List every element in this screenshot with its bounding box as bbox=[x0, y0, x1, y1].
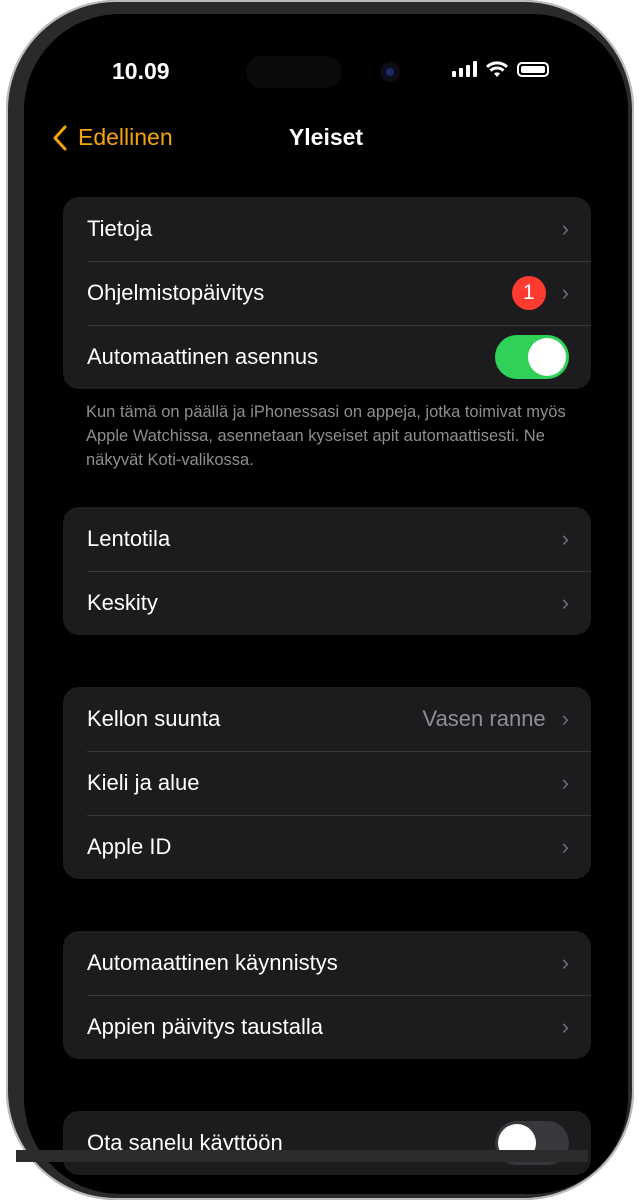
signal-icon bbox=[452, 61, 477, 77]
row-label: Ohjelmistopäivitys bbox=[87, 280, 265, 305]
row-label: Automaattinen käynnistys bbox=[87, 950, 338, 975]
row-kieli-ja-alue[interactable]: Kieli ja alue › bbox=[63, 751, 591, 815]
settings-group-general: Tietoja › Ohjelmistopäivitys 1 › Automaatti… bbox=[63, 197, 591, 389]
chevron-right-icon: › bbox=[561, 770, 569, 795]
status-icons bbox=[452, 60, 549, 78]
row-sanelu: Ota sanelu käyttöön bbox=[63, 1111, 591, 1175]
status-time: 10.09 bbox=[112, 58, 170, 84]
chevron-right-icon: › bbox=[561, 706, 569, 731]
row-label: Appien päivitys taustalla bbox=[87, 1014, 324, 1039]
battery-icon bbox=[517, 61, 549, 77]
row-label: Kieli ja alue bbox=[87, 770, 200, 795]
chevron-right-icon: › bbox=[561, 590, 569, 615]
row-ohjelmistopaivitys[interactable]: Ohjelmistopäivitys 1 › bbox=[63, 261, 591, 325]
auto-install-toggle[interactable] bbox=[495, 335, 569, 379]
row-value: Vasen ranne bbox=[422, 706, 546, 731]
chevron-right-icon: › bbox=[561, 1014, 569, 1039]
wifi-icon bbox=[486, 61, 508, 77]
row-kellon-suunta[interactable]: Kellon suunta Vasen ranne › bbox=[63, 687, 591, 751]
row-lentotila[interactable]: Lentotila › bbox=[63, 507, 591, 571]
toggle-knob bbox=[528, 338, 566, 376]
chevron-right-icon: › bbox=[561, 280, 569, 305]
row-label: Kellon suunta bbox=[87, 706, 221, 731]
nav-bar: Edellinen Yleiset bbox=[24, 124, 628, 164]
settings-group-background: Automaattinen käynnistys › Appien päivity… bbox=[63, 931, 591, 1059]
dynamic-island bbox=[246, 56, 342, 88]
row-label: Lentotila bbox=[87, 526, 171, 551]
page-title: Yleiset bbox=[288, 124, 364, 150]
row-tietoja[interactable]: Tietoja › bbox=[63, 197, 591, 261]
chevron-right-icon: › bbox=[561, 950, 569, 975]
row-label: Keskity bbox=[87, 590, 158, 615]
chevron-right-icon: › bbox=[561, 834, 569, 859]
row-automaattinen-kaynnistys[interactable]: Automaattinen käynnistys › bbox=[63, 931, 591, 995]
row-label: Tietoja bbox=[87, 216, 153, 241]
update-badge: 1 bbox=[511, 276, 546, 310]
chevron-right-icon: › bbox=[561, 526, 569, 551]
row-apple-id[interactable]: Apple ID › bbox=[63, 815, 591, 879]
settings-group-device: Kellon suunta Vasen ranne › Kieli ja alue ›… bbox=[63, 687, 591, 879]
phone-frame: 10.09 Edellinen Yleiset Tietoja › Ohjelmi… bbox=[6, 0, 634, 1200]
bottom-overlay bbox=[16, 1150, 588, 1162]
row-appien-paivitys[interactable]: Appien päivitys taustalla › bbox=[63, 995, 591, 1059]
row-automaattinen-asennus: Automaattinen asennus bbox=[63, 325, 591, 389]
row-label: Apple ID bbox=[87, 834, 172, 859]
auto-install-footnote: Kun tämä on päällä ja iPhonessasi on app… bbox=[86, 403, 566, 469]
row-keskity[interactable]: Keskity › bbox=[63, 571, 591, 635]
chevron-right-icon: › bbox=[561, 216, 569, 241]
settings-group-modes: Lentotila › Keskity › bbox=[63, 507, 591, 635]
row-label: Automaattinen asennus bbox=[87, 344, 319, 369]
settings-group-dictation: Ota sanelu käyttöön bbox=[63, 1111, 591, 1175]
screen: 10.09 Edellinen Yleiset Tietoja › Ohjelmi… bbox=[24, 14, 628, 1194]
camera-icon bbox=[380, 62, 400, 82]
